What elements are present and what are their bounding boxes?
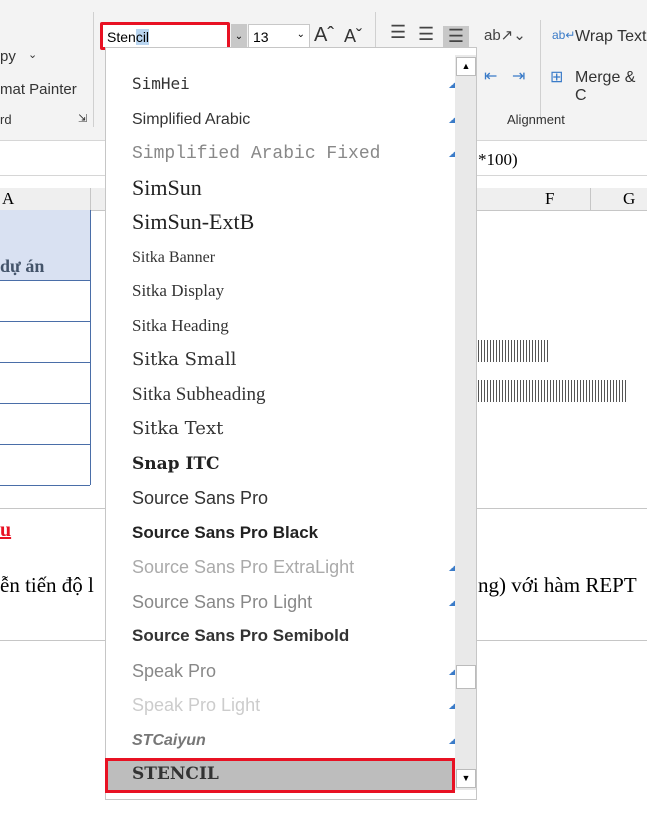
- font-item[interactable]: Source Sans Pro Light☁: [132, 585, 464, 619]
- font-item-label: Sitka Text: [132, 418, 224, 439]
- header-cell-text: dự án: [0, 256, 45, 276]
- stencil-highlight: [105, 758, 455, 793]
- font-item[interactable]: SimSun-ExtB: [132, 205, 452, 239]
- shrink-font-button[interactable]: Aˇ: [344, 26, 362, 47]
- font-item[interactable]: Sitka Banner: [132, 240, 452, 274]
- font-item[interactable]: SimSun: [132, 171, 452, 205]
- font-item-label: Source Sans Pro Semibold: [132, 626, 350, 645]
- font-name-selected-text: cil: [135, 29, 150, 45]
- scroll-up-arrow-icon[interactable]: ▲: [456, 57, 476, 76]
- font-item-partial[interactable]: Shruti: [132, 48, 452, 60]
- decrease-indent-icon[interactable]: ⇤: [484, 66, 497, 86]
- column-g-header[interactable]: G: [623, 189, 635, 209]
- wrap-text-button[interactable]: Wrap Text: [575, 28, 646, 46]
- copy-dropdown-icon[interactable]: ⌄: [28, 48, 37, 61]
- font-item[interactable]: Sitka Display: [132, 274, 452, 308]
- font-item-label: Speak Pro: [132, 660, 217, 681]
- font-item-label: Speak Pro Light: [132, 695, 261, 715]
- font-item-label: Sitka Display: [132, 281, 225, 300]
- font-item[interactable]: Source Sans Pro: [132, 481, 452, 515]
- increase-indent-icon[interactable]: ⇥: [512, 66, 525, 86]
- alignment-group-label: Alignment: [507, 112, 565, 127]
- align-middle-icon[interactable]: ☰: [418, 24, 434, 45]
- font-item[interactable]: Source Sans Pro ExtraLight☁: [132, 550, 464, 584]
- font-item-label: SimHei: [132, 74, 190, 93]
- font-item[interactable]: STCaiyun☁: [132, 723, 464, 757]
- progress-bar-rept: [478, 380, 628, 402]
- font-item[interactable]: Speak Pro Light☁: [132, 688, 464, 722]
- font-item[interactable]: Simplified Arabic Fixed☁: [132, 136, 464, 170]
- font-item[interactable]: Snap ITC: [132, 447, 452, 481]
- font-name-text: Sten: [107, 29, 136, 45]
- column-f-header[interactable]: F: [545, 189, 554, 209]
- font-dropdown-list[interactable]: Shruti SimHei☁Simplified Arabic☁Simplifi…: [105, 47, 477, 800]
- clipboard-group-label: rd: [0, 112, 12, 127]
- header-cell[interactable]: dự án: [0, 210, 90, 281]
- font-item[interactable]: Speak Pro☁: [132, 654, 464, 688]
- link-text[interactable]: u: [0, 519, 11, 542]
- body-text-right: ng) với hàm REPT: [478, 573, 637, 597]
- dropdown-scrollbar[interactable]: ▲ ▼: [455, 55, 476, 790]
- merge-center-button[interactable]: Merge & C: [575, 69, 647, 105]
- column-a-header[interactable]: A: [2, 189, 14, 209]
- progress-bar-rept: [478, 340, 548, 362]
- grow-font-button[interactable]: Aˆ: [314, 24, 334, 47]
- align-top-icon[interactable]: ☰: [390, 22, 406, 43]
- font-item-label: STCaiyun: [132, 731, 206, 749]
- font-item[interactable]: Simplified Arabic☁: [132, 102, 464, 136]
- dialog-launcher-icon[interactable]: ⇲: [78, 112, 87, 125]
- font-item[interactable]: Sitka Subheading: [132, 378, 452, 412]
- font-item-label: Source Sans Pro Light: [132, 591, 313, 612]
- font-item-label: SimSun: [132, 174, 202, 200]
- font-item-label: SimSun-ExtB: [132, 209, 255, 234]
- font-item[interactable]: SimHei☁: [132, 67, 464, 101]
- scroll-thumb[interactable]: [456, 665, 476, 689]
- font-item[interactable]: Sitka Small: [132, 343, 452, 377]
- merge-icon: ⊞: [550, 69, 564, 86]
- font-item[interactable]: Source Sans Pro Black: [132, 516, 452, 550]
- font-item-label: Source Sans Pro: [132, 488, 269, 508]
- font-item-label: Simplified Arabic: [132, 110, 251, 128]
- font-size-value: 13: [253, 29, 269, 45]
- orientation-icon[interactable]: ab↗⌄: [484, 26, 526, 44]
- font-item-label: Simplified Arabic Fixed: [132, 144, 381, 164]
- formula-text: *100): [478, 150, 518, 169]
- font-item-label: Source Sans Pro Black: [132, 522, 319, 542]
- body-text-left: ễn tiến độ l: [0, 573, 94, 597]
- font-item[interactable]: Source Sans Pro Semibold: [132, 619, 452, 653]
- font-item-label: Sitka Subheading: [132, 383, 266, 405]
- font-item[interactable]: Sitka Heading: [132, 309, 452, 343]
- format-painter-button[interactable]: mat Painter: [0, 81, 77, 98]
- font-item-label: Sitka Banner: [132, 248, 216, 266]
- font-item-label: Sitka Small: [132, 349, 237, 370]
- font-name-input[interactable]: Stencil: [100, 22, 230, 50]
- font-item-label: Source Sans Pro ExtraLight: [132, 557, 355, 577]
- scroll-down-arrow-icon[interactable]: ▼: [456, 769, 476, 788]
- font-item-label: Snap ITC: [132, 453, 220, 474]
- wrap-text-icon: ab↵: [552, 28, 576, 42]
- font-item-label: Sitka Heading: [132, 315, 229, 335]
- font-item[interactable]: Sitka Text: [132, 412, 452, 446]
- copy-button[interactable]: py: [0, 48, 16, 65]
